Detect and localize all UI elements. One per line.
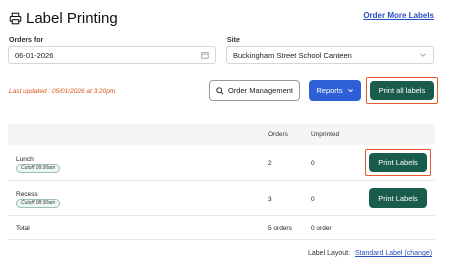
reports-label: Reports	[316, 86, 343, 95]
label-layout-change-link[interactable]: Standard Label (change)	[355, 250, 432, 257]
cutoff-badge-lunch: Cutoff 09:30am	[16, 164, 61, 173]
label-layout-label: Label Layout:	[308, 250, 351, 257]
meal-name-recess: Recess	[16, 191, 38, 198]
column-header-orders: Orders	[268, 131, 288, 138]
page-title: Label Printing	[26, 10, 118, 27]
orders-for-date-value: 06-01-2026	[15, 50, 54, 60]
column-header-unprinted: Unprinted	[311, 131, 340, 138]
print-labels-lunch-label: Print Labels	[378, 158, 418, 167]
chevron-down-icon	[420, 53, 426, 57]
orders-for-label: Orders for	[9, 37, 44, 44]
total-orders: 5 orders	[268, 225, 292, 232]
cutoff-badge-recess: Cutoff 08:30am	[16, 199, 61, 208]
printer-icon	[9, 12, 22, 25]
meal-name-lunch: Lunch	[16, 156, 34, 163]
order-more-labels-link[interactable]: Order More Labels	[363, 11, 434, 20]
site-select[interactable]: Buckingham Street School Canteen	[226, 46, 434, 64]
calendar-icon[interactable]	[201, 51, 209, 59]
last-updated-text: Last updated : 05/01/2026 at 3:20pm	[9, 88, 116, 95]
chevron-down-icon	[347, 89, 353, 93]
site-label: Site	[227, 37, 240, 44]
order-management-button[interactable]: Order Management	[209, 80, 300, 101]
print-labels-lunch-button[interactable]: Print Labels	[369, 153, 427, 172]
print-all-labels-button[interactable]: Print all labels	[370, 81, 434, 100]
search-icon	[216, 86, 224, 95]
orders-count-lunch: 2	[268, 160, 272, 167]
row-divider	[8, 239, 435, 240]
total-unprinted: 0 order	[311, 225, 332, 232]
site-select-value: Buckingham Street School Canteen	[233, 50, 352, 60]
row-divider	[8, 215, 435, 216]
order-management-label: Order Management	[227, 86, 294, 95]
unprinted-count-lunch: 0	[311, 160, 315, 167]
orders-for-date-field[interactable]: 06-01-2026	[8, 46, 216, 64]
page-header: Label Printing	[9, 10, 118, 27]
print-labels-recess-label: Print Labels	[378, 193, 418, 203]
orders-count-recess: 3	[268, 196, 272, 203]
total-label: Total	[16, 225, 30, 232]
print-all-labels-label: Print all labels	[378, 86, 426, 95]
print-labels-recess-button[interactable]: Print Labels	[369, 188, 427, 208]
table-header	[8, 124, 435, 145]
row-divider	[8, 180, 435, 181]
reports-button[interactable]: Reports	[309, 80, 361, 101]
unprinted-count-recess: 0	[311, 196, 315, 203]
